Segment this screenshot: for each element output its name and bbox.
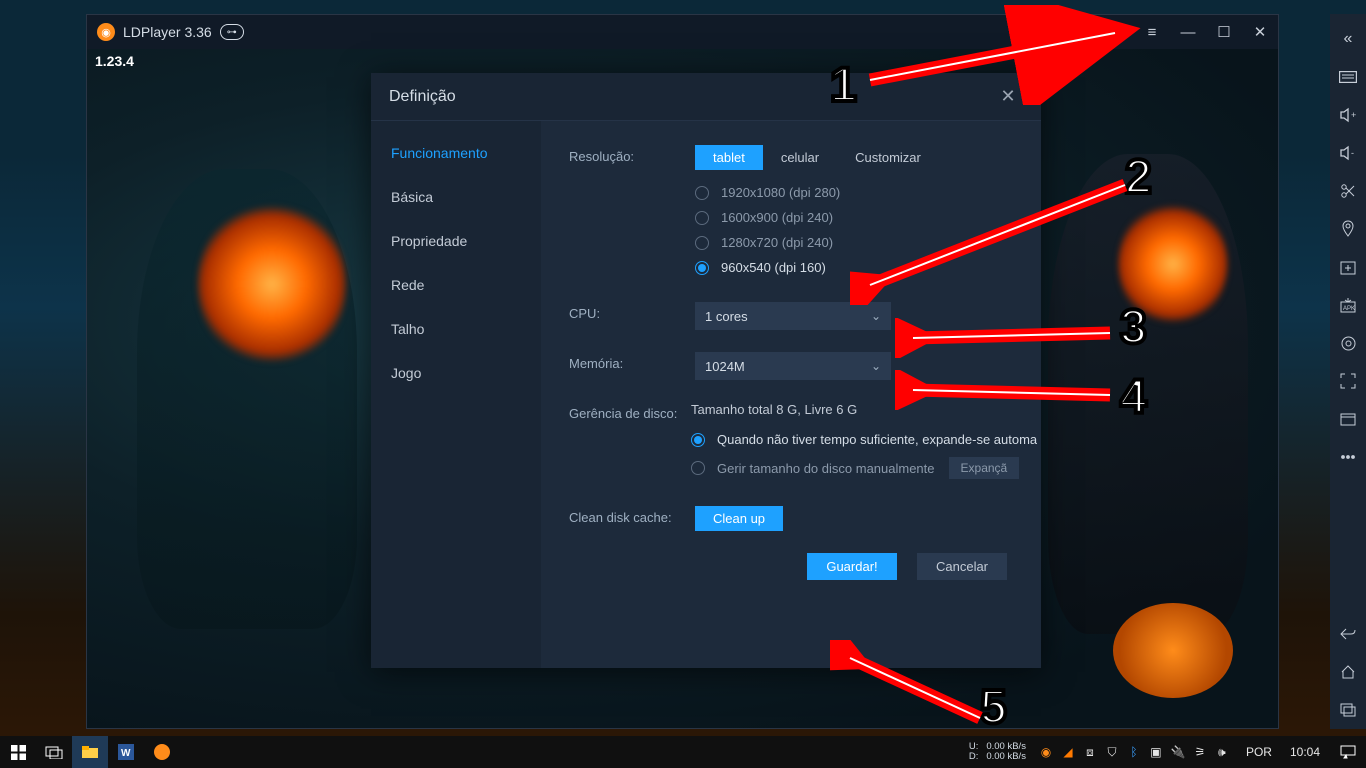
settings-pane: Resolução: tablet celular Customizar 192…: [541, 121, 1041, 668]
close-button[interactable]: ✕: [1242, 15, 1278, 49]
cpu-select[interactable]: 1 cores ⌄: [695, 302, 891, 330]
maximize-button[interactable]: ☐: [1206, 15, 1242, 49]
system-tray: ◉ ◢ ⧈ ⛉ ᛒ ▣ 🔌 ⚞ 🕪: [1030, 744, 1238, 760]
keyboard-icon[interactable]: [1330, 58, 1366, 96]
tray-avast-icon[interactable]: ◢: [1060, 744, 1076, 760]
apk-icon[interactable]: APK: [1330, 286, 1366, 324]
clean-label: Clean disk cache:: [569, 506, 695, 531]
res-tab-customizar[interactable]: Customizar: [837, 145, 939, 170]
menu-button[interactable]: ≡: [1134, 15, 1170, 49]
fullscreen-icon[interactable]: [1330, 362, 1366, 400]
expand-disk-button[interactable]: Expançã: [949, 457, 1020, 479]
tray-monitor-icon[interactable]: ▣: [1148, 744, 1164, 760]
res-tab-tablet[interactable]: tablet: [695, 145, 763, 170]
memory-select[interactable]: 1024M ⌄: [695, 352, 891, 380]
start-button[interactable]: [0, 736, 36, 768]
resolution-mode-tabs: tablet celular Customizar: [695, 145, 939, 170]
clean-up-button[interactable]: Clean up: [695, 506, 783, 531]
nav-funcionamento[interactable]: Funcionamento: [371, 131, 541, 175]
add-window-icon[interactable]: [1330, 248, 1366, 286]
res-opt-1920[interactable]: 1920x1080 (dpi 280): [695, 180, 1037, 205]
tray-ld-icon[interactable]: ◉: [1038, 744, 1054, 760]
modal-title-bar: Definição ✕: [371, 73, 1041, 121]
svg-text:APK: APK: [1343, 306, 1355, 312]
chevron-down-icon: ⌄: [871, 309, 881, 323]
disk-label: Gerência de disco:: [569, 402, 691, 484]
tray-sound-icon[interactable]: 🕪: [1214, 744, 1230, 760]
svg-text:-: -: [1351, 148, 1354, 158]
ldplayer-taskbar-icon[interactable]: [144, 736, 180, 768]
save-button[interactable]: Guardar!: [807, 553, 897, 580]
res-opt-1280[interactable]: 1280x720 (dpi 240): [695, 230, 1037, 255]
scissors-icon[interactable]: [1330, 172, 1366, 210]
cpu-label: CPU:: [569, 302, 695, 330]
titlebar: ◉ LDPlayer 3.36 ⊶ ≡ — ☐ ✕: [87, 15, 1278, 49]
home-icon[interactable]: [1330, 653, 1366, 691]
nav-jogo[interactable]: Jogo: [371, 351, 541, 395]
cancel-button[interactable]: Cancelar: [917, 553, 1007, 580]
svg-text:W: W: [121, 748, 131, 759]
res-tab-celular[interactable]: celular: [763, 145, 837, 170]
volume-up-icon[interactable]: +: [1330, 96, 1366, 134]
nav-propriedade[interactable]: Propriedade: [371, 219, 541, 263]
resolution-label: Resolução:: [569, 145, 695, 280]
recent-icon[interactable]: [1330, 691, 1366, 729]
tray-defender-icon[interactable]: ⛉: [1104, 744, 1120, 760]
location-icon[interactable]: [1330, 210, 1366, 248]
screenshot-icon[interactable]: [1330, 400, 1366, 438]
action-center-icon[interactable]: [1330, 736, 1366, 768]
clock[interactable]: 10:04: [1280, 745, 1330, 759]
volume-down-icon[interactable]: -: [1330, 134, 1366, 172]
task-view-icon[interactable]: [36, 736, 72, 768]
minimize-button[interactable]: —: [1170, 15, 1206, 49]
memory-label: Memória:: [569, 352, 695, 380]
res-opt-1600[interactable]: 1600x900 (dpi 240): [695, 205, 1037, 230]
back-icon[interactable]: [1330, 615, 1366, 653]
tray-bluetooth-icon[interactable]: ᛒ: [1126, 744, 1142, 760]
svg-text:+: +: [1351, 110, 1356, 120]
lang-indicator[interactable]: POR: [1238, 745, 1280, 759]
disk-opt-auto[interactable]: Quando não tiver tempo suficiente, expan…: [691, 427, 1037, 452]
tray-dropbox-icon[interactable]: ⧈: [1082, 744, 1098, 760]
game-version: 1.23.4: [95, 53, 134, 69]
more-icon[interactable]: [1330, 438, 1366, 476]
disk-info: Tamanho total 8 G, Livre 6 G: [691, 402, 1037, 417]
res-opt-960[interactable]: 960x540 (dpi 160): [695, 255, 1037, 280]
settings-modal: Definição ✕ Funcionamento Básica Proprie…: [371, 73, 1041, 668]
windows-taskbar: W U: 0.00 kB/s D: 0.00 kB/s ◉ ◢ ⧈ ⛉ ᛒ ▣ …: [0, 736, 1366, 768]
gamepad-icon: ⊶: [220, 24, 244, 40]
app-title: LDPlayer 3.36: [123, 24, 212, 40]
settings-nav: Funcionamento Básica Propriedade Rede Ta…: [371, 121, 541, 668]
modal-title: Definição: [389, 88, 456, 106]
modal-close-icon[interactable]: ✕: [993, 86, 1023, 107]
collapse-toolbar-icon[interactable]: «: [1330, 20, 1366, 58]
app-logo-icon: ◉: [97, 23, 115, 41]
file-explorer-icon[interactable]: [72, 736, 108, 768]
nav-basica[interactable]: Básica: [371, 175, 541, 219]
tray-battery-icon[interactable]: 🔌: [1170, 744, 1186, 760]
net-monitor: U: 0.00 kB/s D: 0.00 kB/s: [969, 742, 1026, 762]
nav-talho[interactable]: Talho: [371, 307, 541, 351]
nav-rede[interactable]: Rede: [371, 263, 541, 307]
right-toolbar: « + - APK: [1330, 14, 1366, 729]
word-icon[interactable]: W: [108, 736, 144, 768]
settings-icon[interactable]: [1330, 324, 1366, 362]
disk-opt-manual[interactable]: Gerir tamanho do disco manualmenteExpanç…: [691, 452, 1037, 484]
chevron-down-icon: ⌄: [871, 359, 881, 373]
tray-wifi-icon[interactable]: ⚞: [1192, 744, 1208, 760]
